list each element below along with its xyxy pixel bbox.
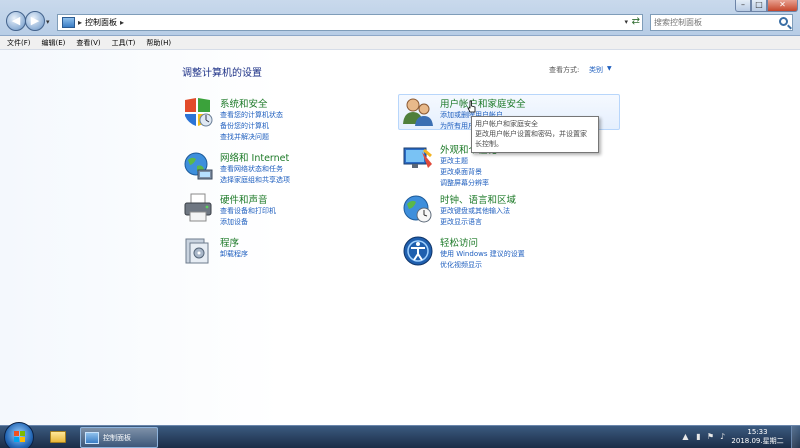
tray-flag-icon[interactable]: ⚑ [706, 432, 715, 442]
clock-date: 2018.09.星期二 [731, 437, 784, 445]
category-link[interactable]: 更改主题 [440, 156, 468, 166]
window-titlebar: ◀ ▶ ▾ ▸ 控制面板 ▸ ▾ ⇄ – □ ✕ [0, 0, 800, 36]
menu-bar: 文件(F) 编辑(E) 查看(V) 工具(T) 帮助(H) [0, 36, 800, 50]
address-dropdown-icon[interactable]: ▾ [624, 18, 628, 26]
page-title: 调整计算机的设置 [182, 68, 262, 79]
close-button[interactable]: ✕ [767, 0, 798, 12]
control-panel-icon [62, 17, 75, 28]
category-link[interactable]: 使用 Windows 建议的设置 [440, 249, 525, 259]
category-title[interactable]: 网络和 Internet [220, 150, 289, 164]
taskbar-explorer-button[interactable] [42, 427, 74, 448]
view-by-caret-icon[interactable]: ▼ [607, 65, 612, 72]
tray-network-icon[interactable]: ▮ [694, 432, 703, 442]
tray-expand-icon[interactable]: ▲ [681, 432, 690, 442]
search-icon[interactable] [779, 17, 788, 26]
hand-cursor-icon [467, 100, 476, 113]
clock-time: 15:33 [747, 428, 768, 436]
category-link[interactable]: 优化视频显示 [440, 260, 482, 270]
printer-icon[interactable] [182, 192, 214, 224]
menu-edit[interactable]: 编辑(E) [42, 38, 66, 48]
breadcrumb-separator[interactable]: ▸ [78, 18, 82, 27]
search-input[interactable] [651, 15, 771, 30]
start-button[interactable] [4, 422, 34, 448]
ease-of-access-icon[interactable] [402, 235, 434, 267]
category-link[interactable]: 更改显示语言 [440, 217, 482, 227]
category-title[interactable]: 轻松访问 [440, 235, 478, 249]
address-bar[interactable]: ▸ 控制面板 ▸ ▾ ⇄ [57, 14, 643, 31]
taskbar: 控制面板 ▲ ▮ ⚑ ♪ 15:33 2018.09.星期二 [0, 422, 800, 448]
category-link[interactable]: 查看网络状态和任务 [220, 164, 283, 174]
category-title[interactable]: 程序 [220, 235, 239, 249]
category-link[interactable]: 查看您的计算机状态 [220, 110, 283, 120]
category-link[interactable]: 备份您的计算机 [220, 121, 269, 131]
menu-file[interactable]: 文件(F) [7, 38, 31, 48]
control-panel-icon [85, 432, 99, 444]
category-link[interactable]: 调整屏幕分辨率 [440, 178, 489, 188]
taskbar-clock[interactable]: 15:33 2018.09.星期二 [730, 428, 785, 446]
shield-icon[interactable] [182, 96, 214, 128]
search-box[interactable] [650, 14, 793, 31]
taskbar-control-panel-button[interactable]: 控制面板 [80, 427, 158, 448]
category-link[interactable]: 查找并解决问题 [220, 132, 269, 142]
category-link[interactable]: 卸载程序 [220, 249, 248, 259]
view-by-dropdown[interactable]: 类别 [589, 65, 603, 75]
menu-tools[interactable]: 工具(T) [112, 38, 136, 48]
users-icon[interactable] [402, 96, 434, 128]
clock-globe-icon[interactable] [402, 192, 434, 224]
tooltip-line: 长控制。 [475, 140, 503, 148]
windows-logo-icon [14, 431, 26, 443]
menu-view[interactable]: 查看(V) [76, 38, 100, 48]
minimize-button[interactable]: – [735, 0, 751, 12]
recent-pages-dropdown-icon[interactable]: ▾ [46, 18, 50, 26]
programs-icon[interactable] [182, 235, 214, 267]
category-title[interactable]: 硬件和声音 [220, 192, 268, 206]
category-link[interactable]: 选择家庭组和共享选项 [220, 175, 290, 185]
maximize-button[interactable]: □ [751, 0, 767, 12]
category-link[interactable]: 更改桌面背景 [440, 167, 482, 177]
refresh-icon[interactable]: ⇄ [632, 16, 640, 27]
category-link[interactable]: 添加设备 [220, 217, 248, 227]
back-button[interactable]: ◀ [6, 11, 26, 31]
forward-button[interactable]: ▶ [25, 11, 45, 31]
category-link[interactable]: 查看设备和打印机 [220, 206, 276, 216]
tooltip-line: 更改用户帐户设置和密码，并设置家 [475, 130, 587, 138]
menu-help[interactable]: 帮助(H) [146, 38, 171, 48]
tray-volume-icon[interactable]: ♪ [718, 432, 727, 442]
tooltip-line: 用户帐户和家庭安全 [475, 120, 538, 128]
network-globe-icon[interactable] [182, 150, 214, 182]
control-panel-content: 调整计算机的设置 查看方式: 类别 ▼ 系统和安全 查看您的计算机状态 备份您的… [0, 50, 800, 425]
category-title[interactable]: 系统和安全 [220, 96, 268, 110]
show-desktop-button[interactable] [791, 426, 800, 448]
breadcrumb-separator-2[interactable]: ▸ [120, 18, 124, 27]
appearance-icon[interactable] [402, 142, 434, 174]
tooltip: 用户帐户和家庭安全 更改用户帐户设置和密码，并设置家 长控制。 [471, 116, 599, 153]
view-by-label: 查看方式: [549, 66, 580, 74]
folder-icon [50, 431, 66, 443]
category-link[interactable]: 更改键盘或其他输入法 [440, 206, 510, 216]
category-title[interactable]: 时钟、语言和区域 [440, 192, 516, 206]
taskbar-task-label: 控制面板 [103, 434, 131, 442]
category-title[interactable]: 用户帐户和家庭安全 [440, 96, 526, 110]
breadcrumb-control-panel[interactable]: 控制面板 [85, 17, 117, 28]
